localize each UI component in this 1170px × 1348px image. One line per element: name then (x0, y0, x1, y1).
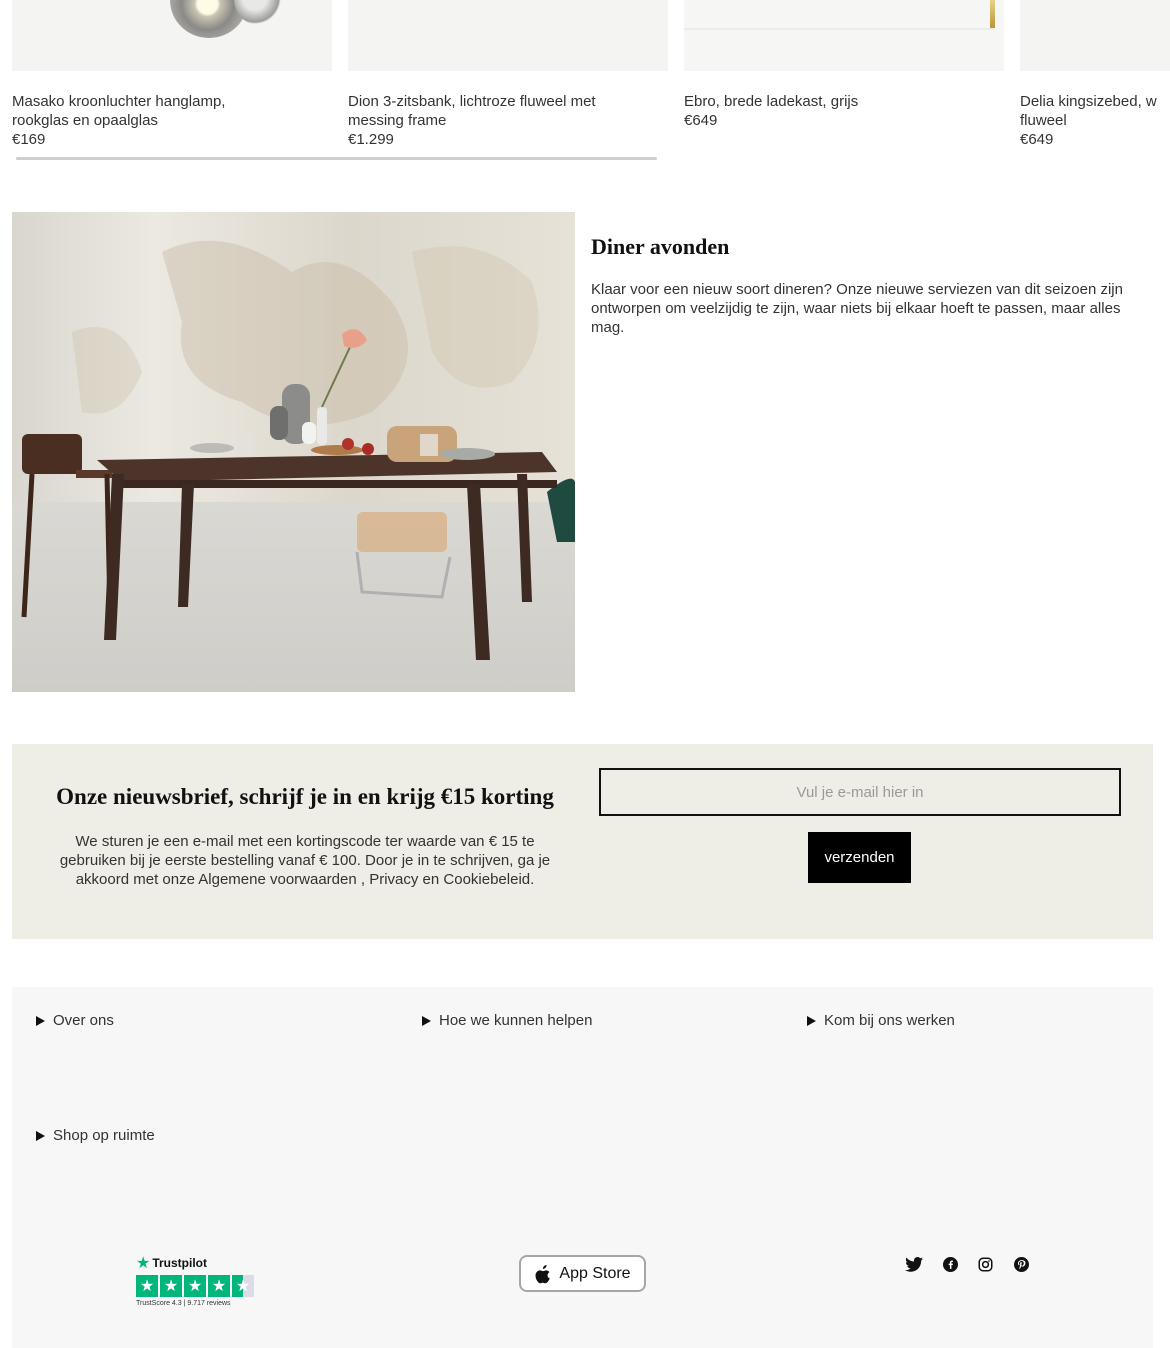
product-card[interactable]: Ebro, brede ladekast, grijs €649 (684, 0, 1004, 130)
product-price: €649 (1020, 131, 1054, 148)
product-name[interactable]: Delia kingsizebed, w fluweel (1020, 92, 1170, 130)
trustpilot-widget[interactable]: ★ Trustpilot ★ ★ ★ ★ ★ TrustScore 4.3 | … (136, 1254, 261, 1312)
pinterest-icon[interactable] (1010, 1254, 1032, 1274)
rating-star-icon: ★ (184, 1275, 206, 1297)
product-name[interactable]: Masako kroonluchter hanglamp, rookglas e… (12, 92, 262, 130)
product-image[interactable] (1020, 0, 1170, 71)
rating-star-icon: ★ (208, 1275, 230, 1297)
app-store-label: App Store (559, 1264, 631, 1282)
footer-accordion-over-ons[interactable]: Over ons (36, 1012, 114, 1029)
trustpilot-header: ★ Trustpilot (136, 1254, 261, 1272)
trustpilot-score: TrustScore 4.3 | 9.717 reviews (136, 1300, 231, 1307)
trustpilot-star-icon: ★ (136, 1254, 151, 1272)
product-name[interactable]: Dion 3-zitsbank, lichtroze fluweel met m… (348, 92, 598, 130)
feature-title: Diner avonden (591, 234, 730, 259)
product-price: €1.299 (348, 131, 394, 148)
accordion-label: Kom bij ons werken (824, 1012, 955, 1029)
trustpilot-brand: Trustpilot (152, 1255, 208, 1270)
product-card[interactable]: Dion 3-zitsbank, lichtroze fluweel met m… (348, 0, 668, 149)
product-card[interactable]: Delia kingsizebed, w fluweel €649 (1020, 0, 1170, 149)
accordion-label: Shop op ruimte (53, 1127, 155, 1144)
newsletter-email-input[interactable] (599, 768, 1121, 816)
product-image[interactable] (12, 0, 332, 71)
instagram-icon[interactable] (974, 1254, 996, 1274)
accordion-label: Over ons (53, 1012, 114, 1029)
footer-accordion-jobs[interactable]: Kom bij ons werken (807, 1012, 955, 1029)
product-image[interactable] (348, 0, 668, 71)
apple-icon (535, 1264, 551, 1283)
rating-star-icon: ★ (136, 1275, 158, 1297)
caret-right-icon (422, 1015, 431, 1026)
footer-accordion-shop-rooms[interactable]: Shop op ruimte (36, 1127, 155, 1144)
product-carousel: Masako kroonluchter hanglamp, rookglas e… (12, 0, 1170, 160)
dining-room-image[interactable] (12, 212, 575, 692)
accordion-label: Hoe we kunnen helpen (439, 1012, 593, 1029)
trustpilot-rating-stars: ★ ★ ★ ★ ★ (136, 1275, 261, 1297)
product-card[interactable]: Masako kroonluchter hanglamp, rookglas e… (12, 0, 332, 149)
product-name[interactable]: Ebro, brede ladekast, grijs (684, 92, 934, 111)
footer: Over ons Hoe we kunnen helpen Kom bij on… (12, 987, 1153, 1348)
app-store-button[interactable]: App Store (519, 1255, 646, 1292)
feature-description: Klaar voor een nieuw soort dineren? Onze… (591, 281, 1123, 336)
facebook-icon[interactable] (939, 1254, 961, 1274)
newsletter-title: Onze nieuwsbrief, schrijf je in en krijg… (56, 784, 554, 809)
dresser-backdrop (684, 0, 1004, 71)
product-image[interactable] (684, 0, 1004, 71)
rating-half-star-icon: ★ (232, 1275, 254, 1297)
carousel-scrollbar[interactable] (16, 157, 657, 160)
newsletter-submit-button[interactable]: verzenden (808, 832, 911, 883)
dresser-base-line (684, 28, 994, 30)
newsletter-description: We sturen je een e-mail met een kortings… (59, 833, 551, 888)
rating-star-icon: ★ (160, 1275, 182, 1297)
caret-right-icon (36, 1130, 45, 1141)
product-price: €169 (12, 131, 46, 148)
twitter-icon[interactable] (903, 1254, 925, 1274)
lamp-shape-secondary (234, 0, 286, 26)
newsletter-section: Onze nieuwsbrief, schrijf je in en krijg… (12, 744, 1153, 939)
caret-right-icon (807, 1015, 816, 1026)
caret-right-icon (36, 1015, 45, 1026)
footer-accordion-help[interactable]: Hoe we kunnen helpen (422, 1012, 592, 1029)
dresser-leg (990, 0, 995, 28)
product-price: €649 (684, 112, 718, 129)
